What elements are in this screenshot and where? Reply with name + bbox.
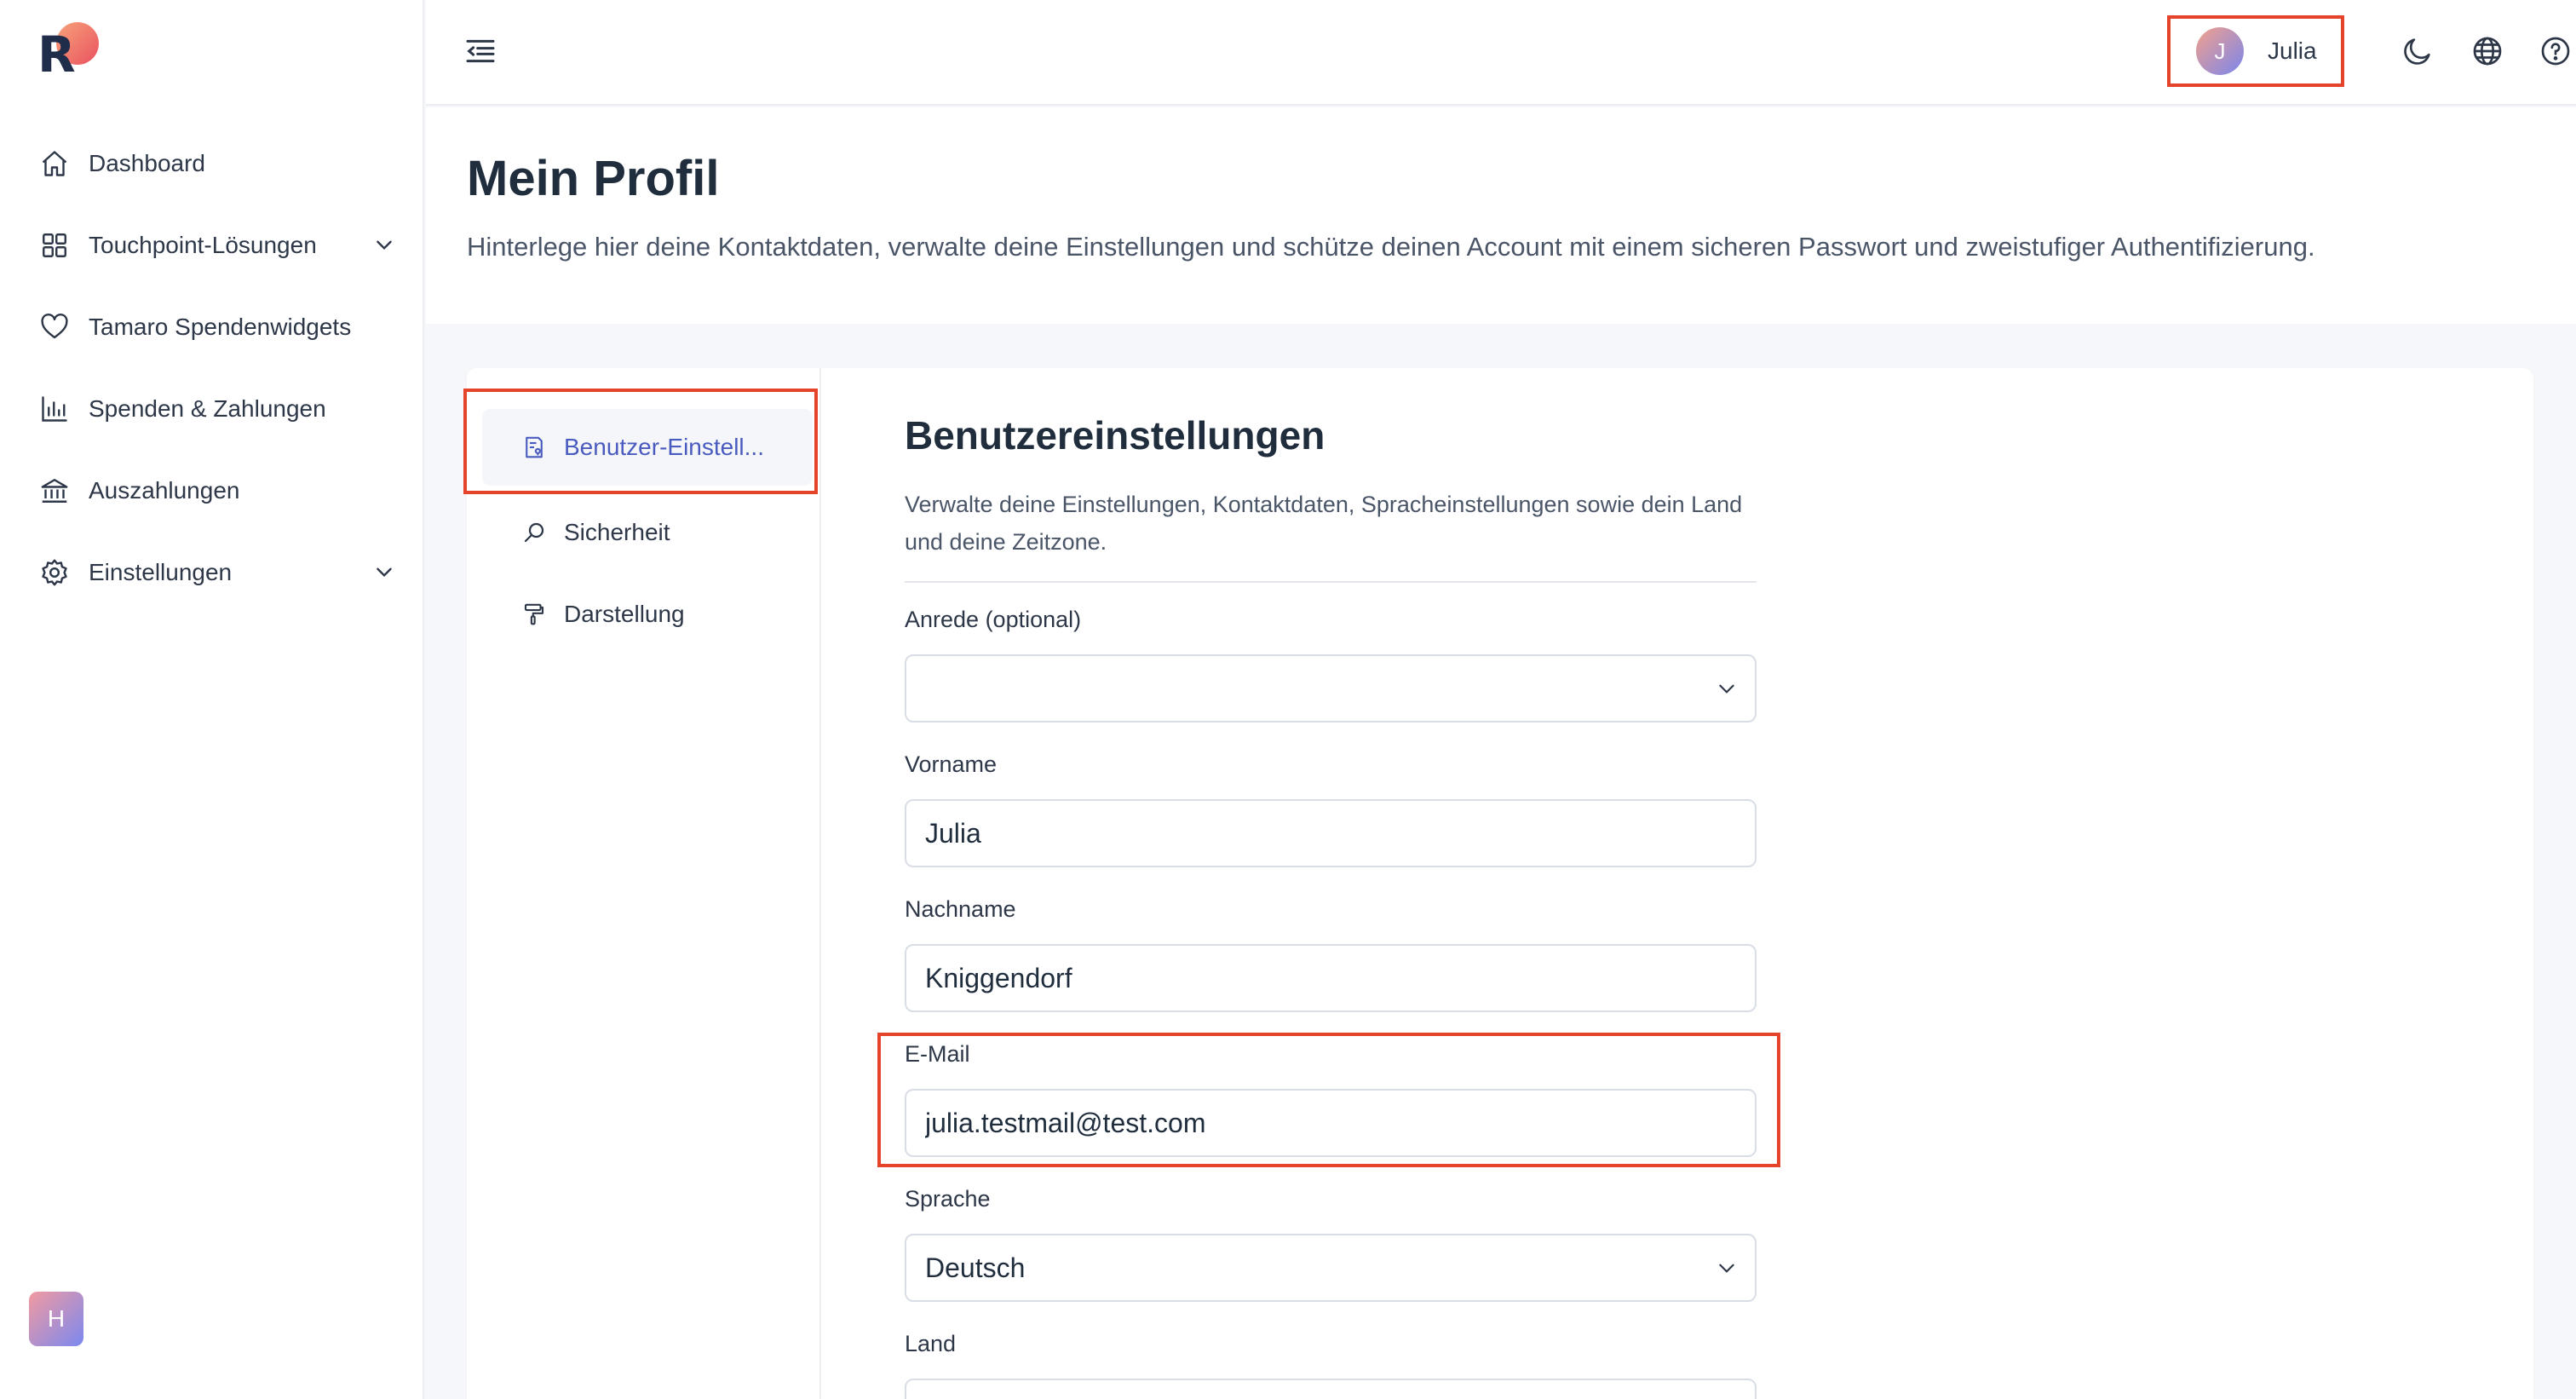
user-name: Julia [2268, 37, 2317, 64]
logo-letter: R [37, 26, 76, 83]
language-value[interactable]: Deutsch [905, 1234, 1757, 1302]
heart-icon [39, 312, 70, 343]
page-title: Mein Profil [467, 151, 720, 206]
profile-card: Benutzer-Einstell... Sicherheit Darstell… [463, 368, 2533, 1399]
section-description: Verwalte deine Einstellungen, Kontaktdat… [905, 492, 1743, 555]
tab-label: Darstellung [564, 601, 685, 627]
country-value[interactable] [905, 1379, 1757, 1399]
topbar: J Julia [426, 0, 2576, 106]
bank-icon [39, 475, 70, 506]
logo[interactable]: R [37, 22, 102, 82]
tab-user-settings[interactable]: Benutzer-Einstell... [482, 409, 813, 486]
salutation-value[interactable] [905, 654, 1757, 723]
search-icon [521, 520, 547, 545]
first-name-field[interactable] [905, 799, 1757, 867]
sidebar-item-touchpoint[interactable]: Touchpoint-Lösungen [0, 204, 424, 286]
divider [905, 581, 1757, 583]
first-name-label: Vorname [905, 751, 998, 777]
sidebar-item-label: Einstellungen [89, 559, 233, 585]
user-menu[interactable]: J Julia [2167, 15, 2344, 87]
language-select[interactable]: Deutsch [905, 1234, 1757, 1302]
sidebar-nav: Dashboard Touchpoint-Lösungen Tamaro Spe… [0, 123, 424, 613]
menu-collapse-icon[interactable] [463, 34, 497, 68]
tab-label: Benutzer-Einstell... [564, 434, 764, 460]
sidebar-item-payouts[interactable]: Auszahlungen [0, 450, 424, 532]
sidebar-item-label: Spenden & Zahlungen [89, 395, 326, 422]
tab-appearance[interactable]: Darstellung [482, 576, 813, 653]
salutation-label: Anrede (optional) [905, 607, 1082, 632]
chevron-down-icon [1716, 677, 1738, 700]
profile-subnav: Benutzer-Einstell... Sicherheit Darstell… [467, 368, 821, 1399]
bar-chart-icon [39, 394, 70, 424]
workspace-badge[interactable]: H [29, 1292, 83, 1346]
moon-icon[interactable] [2401, 34, 2435, 68]
sidebar-item-widgets[interactable]: Tamaro Spendenwidgets [0, 286, 424, 368]
last-name-field[interactable] [905, 944, 1757, 1012]
home-icon [39, 148, 70, 179]
tab-security[interactable]: Sicherheit [482, 494, 813, 571]
sidebar-item-label: Tamaro Spendenwidgets [89, 314, 352, 340]
gear-icon [39, 557, 70, 588]
page-header: Mein Profil Hinterlege hier deine Kontak… [426, 107, 2576, 324]
sidebar-item-donations[interactable]: Spenden & Zahlungen [0, 368, 424, 450]
chevron-down-icon[interactable] [373, 233, 395, 256]
section-title: Benutzereinstellungen [905, 413, 1325, 458]
sidebar-item-settings[interactable]: Einstellungen [0, 532, 424, 613]
email-label: E-Mail [905, 1041, 970, 1067]
tab-label: Sicherheit [564, 519, 670, 545]
sidebar-item-dashboard[interactable]: Dashboard [0, 123, 424, 204]
grid-icon [39, 230, 70, 261]
page-subtitle: Hinterlege hier deine Kontaktdaten, verw… [467, 232, 2315, 262]
salutation-select[interactable] [905, 654, 1757, 723]
last-name-label: Nachname [905, 896, 1016, 922]
country-select[interactable] [905, 1379, 1757, 1399]
sidebar: R Dashboard Touchpoint-Lösungen Tamaro S… [0, 0, 424, 1399]
user-settings-icon [521, 435, 547, 460]
paint-roller-icon [521, 602, 547, 627]
email-field[interactable] [905, 1089, 1757, 1157]
avatar: J [2196, 27, 2244, 75]
sidebar-item-label: Touchpoint-Lösungen [89, 232, 317, 258]
sidebar-item-label: Dashboard [89, 150, 205, 176]
chevron-down-icon [1716, 1257, 1738, 1279]
chevron-down-icon[interactable] [373, 561, 395, 583]
globe-icon[interactable] [2470, 34, 2504, 68]
sidebar-item-label: Auszahlungen [89, 477, 240, 504]
help-icon[interactable] [2539, 34, 2573, 68]
country-label: Land [905, 1331, 957, 1356]
language-label: Sprache [905, 1186, 991, 1212]
